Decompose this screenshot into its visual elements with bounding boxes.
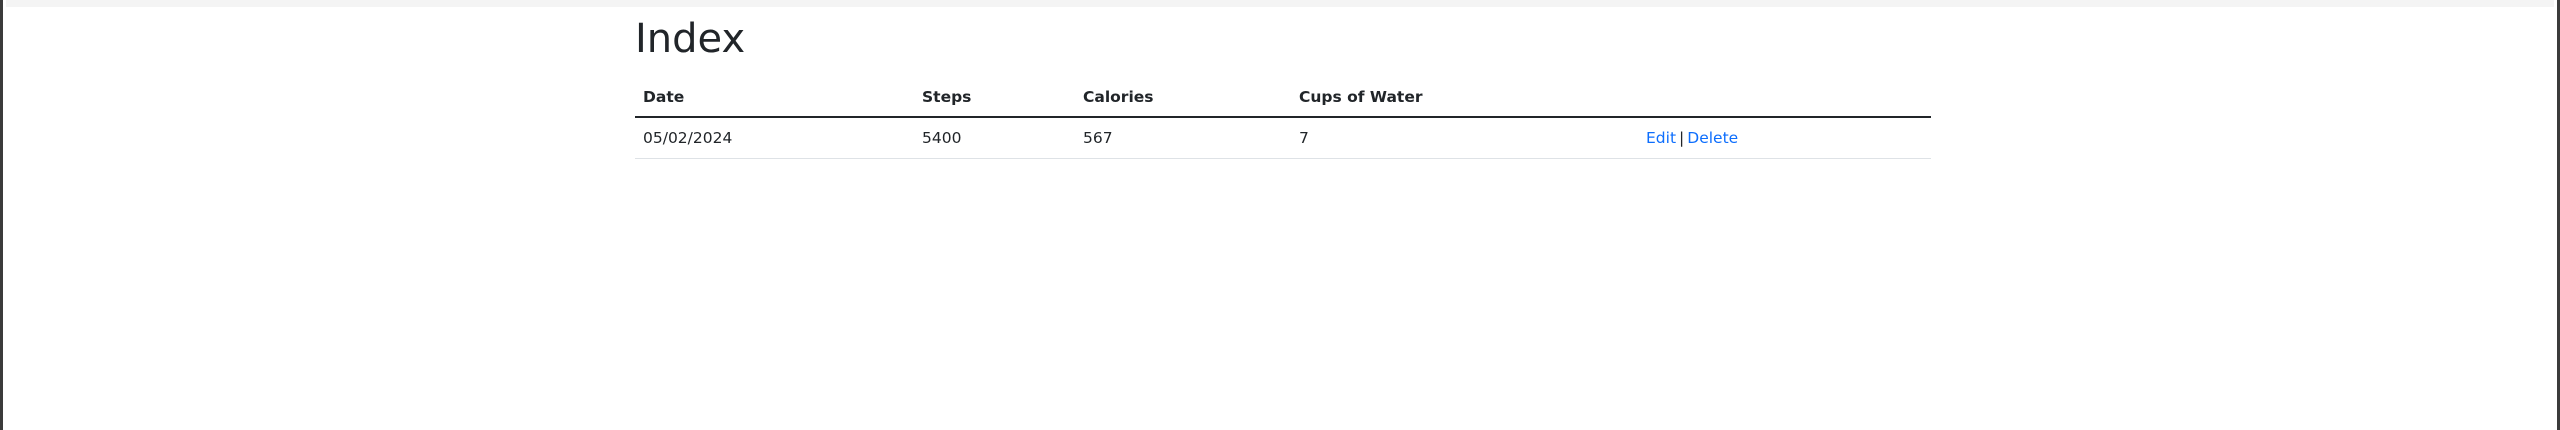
- records-table: Date Steps Calories Cups of Water 05/02/…: [635, 78, 1931, 159]
- main-container: Index Date Steps Calories Cups of Water …: [635, 14, 1931, 159]
- header-steps: Steps: [914, 78, 1075, 118]
- table-body: 05/02/2024 5400 567 7 Edit | Delete: [635, 117, 1931, 159]
- header-calories: Calories: [1075, 78, 1291, 118]
- table-head: Date Steps Calories Cups of Water: [635, 78, 1931, 118]
- cell-calories: 567: [1075, 117, 1291, 159]
- header-date: Date: [635, 78, 914, 118]
- delete-link[interactable]: Delete: [1687, 129, 1738, 147]
- header-actions: [1638, 78, 1931, 118]
- edit-link[interactable]: Edit: [1646, 129, 1676, 147]
- table-header-row: Date Steps Calories Cups of Water: [635, 78, 1931, 118]
- top-strip: [6, 0, 2554, 7]
- action-separator: |: [1679, 129, 1685, 147]
- page-title: Index: [635, 16, 746, 62]
- browser-viewport: Index Date Steps Calories Cups of Water …: [0, 0, 2560, 430]
- table-row: 05/02/2024 5400 567 7 Edit | Delete: [635, 117, 1931, 159]
- cell-steps: 5400: [914, 117, 1075, 159]
- header-cups-of-water: Cups of Water: [1291, 78, 1638, 118]
- cell-date: 05/02/2024: [635, 117, 914, 159]
- cell-actions: Edit | Delete: [1638, 117, 1931, 159]
- cell-cups-of-water: 7: [1291, 117, 1638, 159]
